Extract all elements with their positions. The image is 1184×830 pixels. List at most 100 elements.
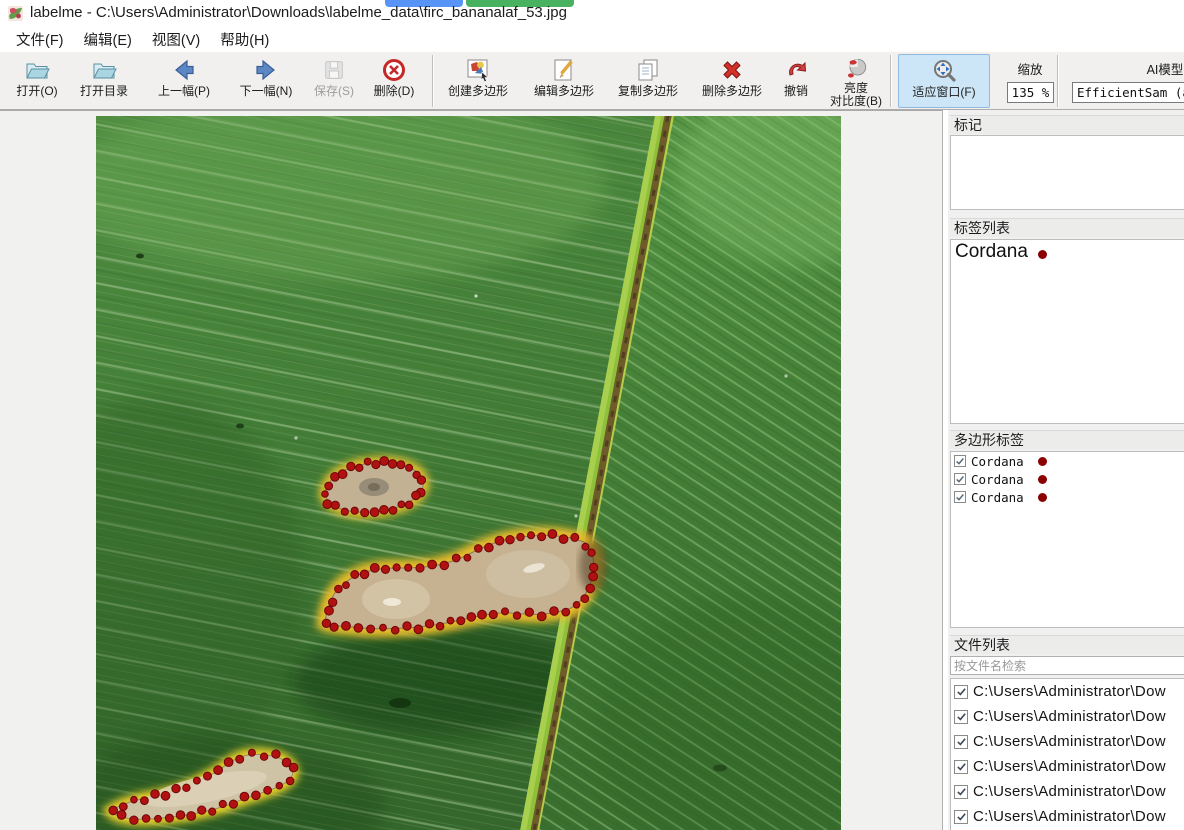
file-path-text: C:\Users\Administrator\Dow [973,708,1166,725]
polygon-visible-checkbox[interactable] [954,473,966,485]
file-checkbox[interactable] [954,710,968,724]
polygon-vertex-dot [506,536,514,544]
file-checkbox[interactable] [954,685,968,699]
open-dir-label: 打开目录 [80,85,128,98]
file-list-item[interactable]: C:\Users\Administrator\Dow [951,729,1184,754]
polygon-vertex-dot [322,619,330,627]
polygon-color-dot [1038,493,1047,502]
file-path-text: C:\Users\Administrator\Dow [973,783,1166,800]
file-list-item[interactable]: C:\Users\Administrator\Dow [951,779,1184,804]
polygon-color-dot [1038,457,1047,466]
edit-polygon-icon [551,55,577,85]
next-image-button[interactable]: 下一幅(N) [230,54,302,108]
label-color-dot [1038,250,1047,259]
polygon-vertex-dot [176,811,185,820]
polygon-vertex-dot [548,530,557,539]
prev-image-button[interactable]: 上一幅(P) [148,54,220,108]
polygon-vertex-dot [428,560,437,569]
delete-file-label: 删除(D) [374,85,415,98]
file-search-input[interactable] [950,656,1184,675]
file-list-item[interactable]: C:\Users\Administrator\Dow [951,704,1184,729]
polygon-labels-panel-header: 多边形标签 [950,430,1184,449]
polygon-visible-checkbox[interactable] [954,455,966,467]
delete-file-button[interactable]: 删除(D) [364,54,424,108]
polygon-vertex-dot [403,622,411,630]
polygon-vertex-dot [412,491,421,500]
polygon-vertex-dot [372,460,380,468]
file-list-item[interactable]: C:\Users\Administrator\Dow [951,754,1184,779]
file-list-item[interactable]: C:\Users\Administrator\Dow [951,679,1184,704]
delete-polygon-button[interactable]: 删除多边形 [694,54,770,108]
polygon-color-dot [1038,475,1047,484]
file-list-item[interactable]: C:\Users\Administrator\Dow [951,804,1184,829]
create-polygon-button[interactable]: 创建多边形 [440,54,516,108]
polygon-vertex-dot [452,554,460,562]
polygon-vertex-dot [286,777,294,785]
polygon-label-item[interactable]: Cordana [951,470,1184,488]
edit-polygon-button[interactable]: 编辑多边形 [526,54,602,108]
polygon-vertex-dot [525,608,533,616]
canvas-area[interactable] [0,110,943,830]
zoom-label: 缩放 [1002,59,1058,78]
annotated-image-canvas[interactable] [96,116,841,830]
polygon-vertex-dot [356,464,363,471]
menu-file[interactable]: 文件(F) [6,26,74,53]
polygon-vertex-dot [464,554,471,561]
toolbar-separator [1057,55,1058,107]
menu-edit[interactable]: 编辑(E) [74,26,142,53]
polygon-vertex-dot [475,545,483,553]
polygon-vertex-dot [571,533,579,541]
file-list: C:\Users\Administrator\Dow C:\Users\Admi… [950,678,1184,830]
polygon-vertex-dot [109,806,118,815]
polygon-label-item[interactable]: Cordana [951,488,1184,506]
file-checkbox[interactable] [954,760,968,774]
polygon-vertex-dot [414,625,423,634]
fit-window-button[interactable]: 适应窗口(F) [898,54,990,108]
brightness-contrast-icon [844,55,868,82]
polygon-vertex-dot [155,815,162,822]
polygon-vertex-dot [361,509,369,517]
file-checkbox[interactable] [954,785,968,799]
polygon-vertex-dot [343,582,350,589]
polygon-vertex-dot [391,626,399,634]
polygon-visible-checkbox[interactable] [954,491,966,503]
polygon-vertex-dot [117,811,126,820]
undo-button[interactable]: 撤销 [772,54,820,108]
polygon-vertex-dot [489,610,497,618]
label-list-item[interactable]: Cordana [951,240,1184,264]
open-label: 打开(O) [16,85,57,98]
delete-file-icon [381,55,407,85]
brightness-contrast-button[interactable]: 亮度 对比度(B) [824,54,888,108]
menu-help[interactable]: 帮助(H) [210,26,279,53]
file-path-text: C:\Users\Administrator\Dow [973,758,1166,775]
polygon-vertex-dot [398,501,405,508]
zoom-spinbox[interactable]: 135 % [1007,82,1054,103]
open-icon [24,55,50,85]
polygon-vertex-dot [204,772,212,780]
next-image-icon [253,55,279,85]
polygon-vertex-dot [581,595,589,603]
open-dir-button[interactable]: 打开目录 [72,54,136,108]
ai-model-combobox[interactable]: EfficientSam (a [1072,82,1184,103]
polygon-vertex-dot [586,584,595,593]
polygon-vertex-dot [338,470,347,479]
open-button[interactable]: 打开(O) [8,54,66,108]
polygon-vertex-dot [370,508,379,517]
save-button: 保存(S) [308,54,360,108]
file-path-text: C:\Users\Administrator\Dow [973,683,1166,700]
polygon-label-item[interactable]: Cordana [951,452,1184,470]
polygon-vertex-dot [141,797,149,805]
polygon-vertex-dot [550,607,559,616]
prev-image-label: 上一幅(P) [158,85,210,98]
menu-view[interactable]: 视图(V) [142,26,210,53]
file-checkbox[interactable] [954,735,968,749]
polygon-vertex-dot [370,564,379,573]
polygon-vertex-dot [341,508,348,515]
polygon-vertex-dot [397,461,405,469]
polygon-label-text: Cordana [971,472,1024,487]
file-checkbox[interactable] [954,810,968,824]
duplicate-polygon-button[interactable]: 复制多边形 [610,54,686,108]
polygon-vertex-dot [538,533,546,541]
polygon-vertex-dot [165,814,173,822]
polygon-vertex-dot [517,533,524,540]
